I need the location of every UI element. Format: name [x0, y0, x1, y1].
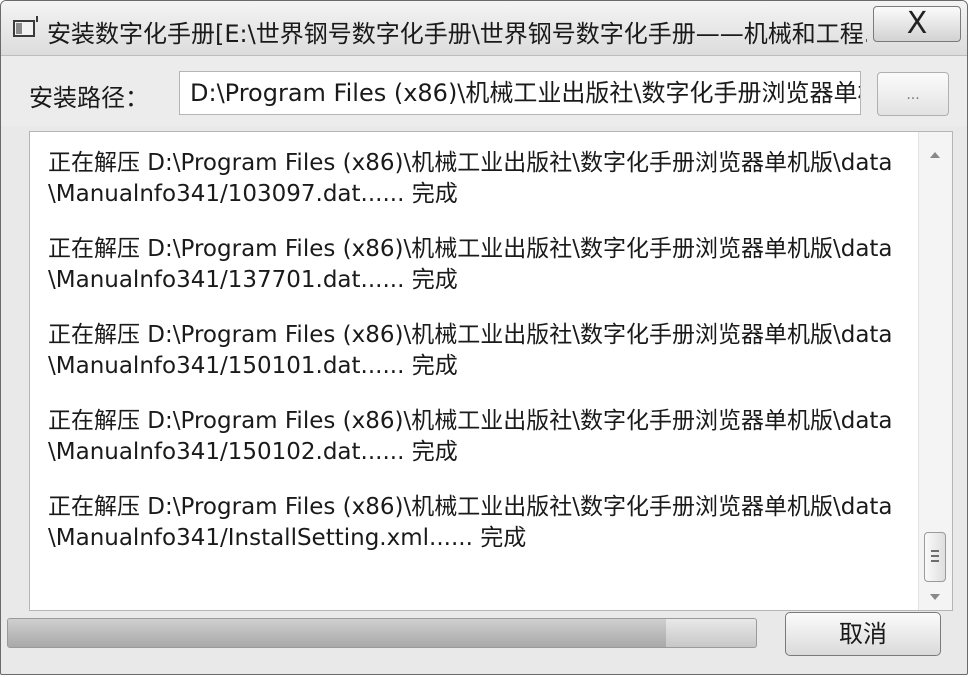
log-item: 正在解压 D:\Program Files (x86)\机械工业出版社\数字化手… — [48, 148, 914, 210]
log-item: 正在解压 D:\Program Files (x86)\机械工业出版社\数字化手… — [48, 320, 914, 382]
grip-line — [931, 555, 939, 557]
install-path-label: 安装路径： — [29, 84, 149, 112]
browse-button[interactable]: ... — [877, 72, 949, 116]
title-bar[interactable]: 安装数字化手册[E:\世界钢号数字化手册\世界钢号数字化手册——机械和工程...… — [1, 1, 967, 56]
install-path-input[interactable]: D:\Program Files (x86)\机械工业出版社\数字化手册浏览器单… — [179, 71, 861, 115]
log-line-path: 正在解压 D:\Program Files (x86)\机械工业出版社\数字化手… — [48, 408, 893, 434]
close-icon: X — [906, 6, 928, 41]
log-line-file: \Manualnfo341/150102.dat...... 完成 — [48, 439, 458, 465]
cancel-button[interactable]: 取消 — [785, 612, 941, 656]
log-item: 正在解压 D:\Program Files (x86)\机械工业出版社\数字化手… — [48, 406, 914, 468]
scroll-up-arrow-icon[interactable] — [930, 152, 940, 158]
scroll-thumb[interactable] — [924, 532, 946, 582]
install-path-row: 安装路径： D:\Program Files (x86)\机械工业出版社\数字化… — [1, 56, 967, 126]
log-line-path: 正在解压 D:\Program Files (x86)\机械工业出版社\数字化手… — [48, 150, 893, 176]
grip-line — [931, 550, 939, 552]
log-line-path: 正在解压 D:\Program Files (x86)\机械工业出版社\数字化手… — [48, 236, 893, 262]
log-item: 正在解压 D:\Program Files (x86)\机械工业出版社\数字化手… — [48, 492, 914, 554]
log-line-file: \Manualnfo341/InstallSetting.xml...... 完… — [48, 525, 527, 551]
log-item: 正在解压 D:\Program Files (x86)\机械工业出版社\数字化手… — [48, 234, 914, 296]
log-line-path: 正在解压 D:\Program Files (x86)\机械工业出版社\数字化手… — [48, 494, 893, 520]
app-window-icon — [13, 16, 38, 37]
log-line-file: \Manualnfo341/137701.dat...... 完成 — [48, 267, 458, 293]
log-list: 正在解压 D:\Program Files (x86)\机械工业出版社\数字化手… — [30, 132, 918, 610]
scroll-down-arrow-icon[interactable] — [930, 594, 940, 600]
progress-fill — [8, 619, 666, 647]
close-button[interactable]: X — [873, 6, 961, 42]
progress-bar — [7, 618, 757, 648]
grip-line — [931, 560, 939, 562]
log-scrollbar[interactable] — [918, 132, 952, 610]
extraction-log: 正在解压 D:\Program Files (x86)\机械工业出版社\数字化手… — [29, 131, 953, 611]
log-line-file: \Manualnfo341/103097.dat...... 完成 — [48, 181, 458, 207]
window-title: 安装数字化手册[E:\世界钢号数字化手册\世界钢号数字化手册——机械和工程... — [47, 20, 867, 48]
installer-window: 安装数字化手册[E:\世界钢号数字化手册\世界钢号数字化手册——机械和工程...… — [0, 0, 968, 675]
log-line-file: \Manualnfo341/150101.dat...... 完成 — [48, 353, 458, 379]
log-line-path: 正在解压 D:\Program Files (x86)\机械工业出版社\数字化手… — [48, 322, 893, 348]
